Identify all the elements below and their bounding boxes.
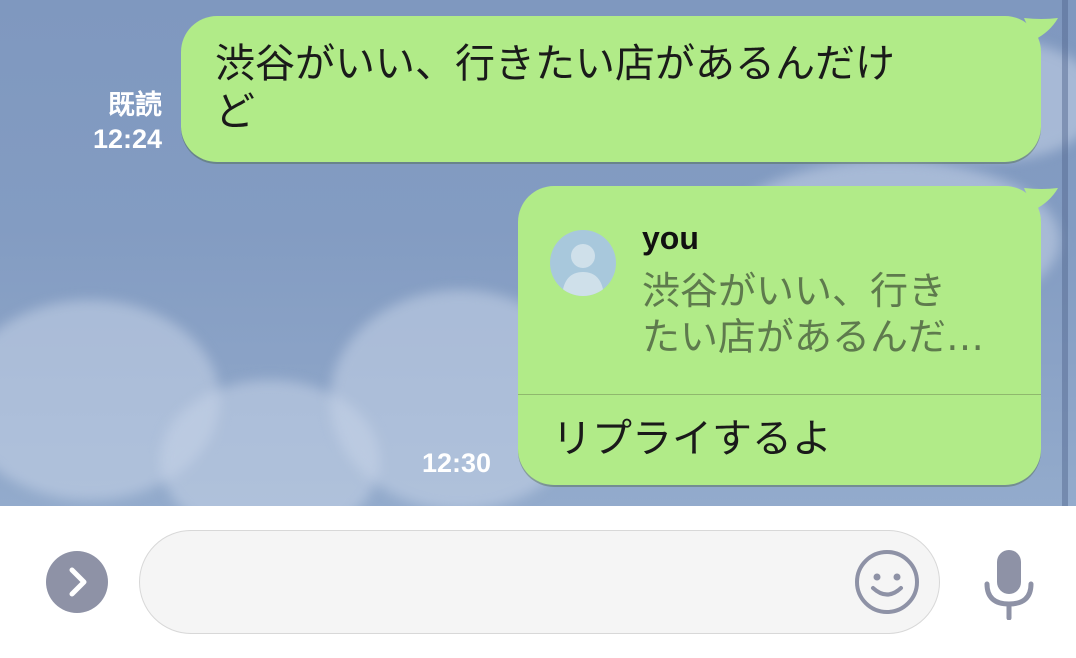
quote-divider — [518, 394, 1041, 395]
quote-preview-line: たい店があるんだ… — [642, 315, 985, 359]
message-text-line: 渋谷がいい、行きたい店があるんだけ — [215, 41, 895, 87]
message-bubble[interactable]: 渋谷がいい、行きたい店があるんだけ ど — [181, 16, 1041, 162]
emoji-button[interactable] — [854, 549, 920, 615]
user-silhouette-icon — [562, 244, 604, 296]
bubble-tail — [1024, 18, 1058, 40]
message-input-field[interactable] — [139, 530, 940, 634]
quote-sender-name: you — [642, 220, 699, 256]
chat-area[interactable]: 既読 12:24 渋谷がいい、行きたい店があるんだけ ど 12:30 リプライす… — [0, 0, 1076, 506]
read-receipt: 既読 — [108, 90, 162, 120]
smiley-icon — [855, 550, 919, 614]
message-time: 12:24 — [92, 124, 162, 154]
microphone-icon — [984, 550, 1034, 621]
quote-preview[interactable]: 渋谷がいい、行き たい店があるんだ… — [642, 268, 1022, 360]
avatar[interactable] — [550, 230, 616, 296]
message-time: 12:30 — [422, 448, 492, 478]
bubble-tail — [1024, 188, 1058, 210]
scrollbar[interactable] — [1062, 0, 1068, 506]
voice-message-button[interactable] — [982, 548, 1036, 621]
chevron-right-icon — [69, 567, 87, 597]
expand-menu-button[interactable] — [46, 551, 108, 613]
quote-preview-line: 渋谷がいい、行き — [642, 269, 947, 313]
message-input[interactable] — [170, 555, 854, 611]
message-text: リプライするよ — [552, 416, 832, 462]
message-text-line: ど — [215, 89, 255, 135]
